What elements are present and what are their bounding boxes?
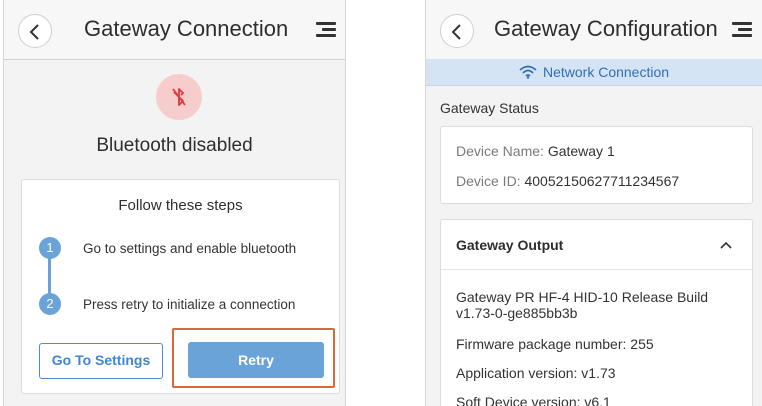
back-button[interactable] xyxy=(18,14,52,48)
back-button[interactable] xyxy=(440,14,474,48)
steps-card: Follow these steps 1 Go to settings and … xyxy=(21,179,340,394)
bluetooth-status-title: Bluetooth disabled xyxy=(96,135,253,156)
device-id-label: Device ID: xyxy=(456,173,521,189)
bluetooth-status-icon-badge xyxy=(156,74,202,120)
step-number: 1 xyxy=(39,237,61,259)
header: Gateway Connection xyxy=(4,0,345,60)
chevron-up-icon[interactable] xyxy=(720,241,732,249)
chevron-left-icon xyxy=(29,24,39,40)
step-number: 2 xyxy=(39,293,61,315)
hamburger-menu-icon xyxy=(732,22,752,25)
page-title: Gateway Connection xyxy=(84,16,289,41)
step-text: Go to settings and enable bluetooth xyxy=(83,241,297,256)
gateway-output-card: Gateway Output Gateway PR HF-4 HID-10 Re… xyxy=(440,219,753,406)
header: Gateway Configuration xyxy=(426,0,762,60)
gateway-configuration-screen: Gateway Configuration Network Connection… xyxy=(425,0,762,406)
gateway-status-card: Device Name: Gateway 1 Device ID: 400521… xyxy=(440,126,753,204)
output-line: Application version: v1.73 xyxy=(456,365,616,381)
page-title: Gateway Configuration xyxy=(494,16,718,41)
step-text: Press retry to initialize a connection xyxy=(83,297,296,312)
output-line: Gateway PR HF-4 HID-10 Release Build v1.… xyxy=(456,289,709,321)
menu-button[interactable] xyxy=(732,22,752,38)
retry-button[interactable]: Retry xyxy=(188,342,324,378)
device-name-row: Device Name: Gateway 1 xyxy=(456,143,615,159)
gateway-status-label: Gateway Status xyxy=(440,100,539,116)
gateway-output-header[interactable]: Gateway Output xyxy=(441,220,752,270)
bluetooth-disabled-icon xyxy=(172,88,186,106)
device-name-label: Device Name: xyxy=(456,143,544,159)
device-id-row: Device ID: 40052150627711234567 xyxy=(456,173,679,189)
device-id-value: 40052150627711234567 xyxy=(524,173,680,189)
hamburger-menu-icon xyxy=(316,22,336,25)
output-line: Firmware package number: 255 xyxy=(456,336,654,352)
menu-button[interactable] xyxy=(316,22,336,38)
wifi-icon xyxy=(519,65,537,79)
output-line: Soft Device version: v6.1 xyxy=(456,394,611,406)
chevron-left-icon xyxy=(451,24,461,40)
network-connection-label: Network Connection xyxy=(542,64,670,80)
go-to-settings-button[interactable]: Go To Settings xyxy=(39,343,163,379)
gateway-connection-screen: Gateway Connection Bluetooth disabled Fo… xyxy=(3,0,346,406)
network-connection-bar[interactable]: Network Connection xyxy=(426,59,762,86)
gateway-output-title: Gateway Output xyxy=(456,237,564,253)
steps-title: Follow these steps xyxy=(118,197,243,214)
device-name-value: Gateway 1 xyxy=(547,143,615,159)
